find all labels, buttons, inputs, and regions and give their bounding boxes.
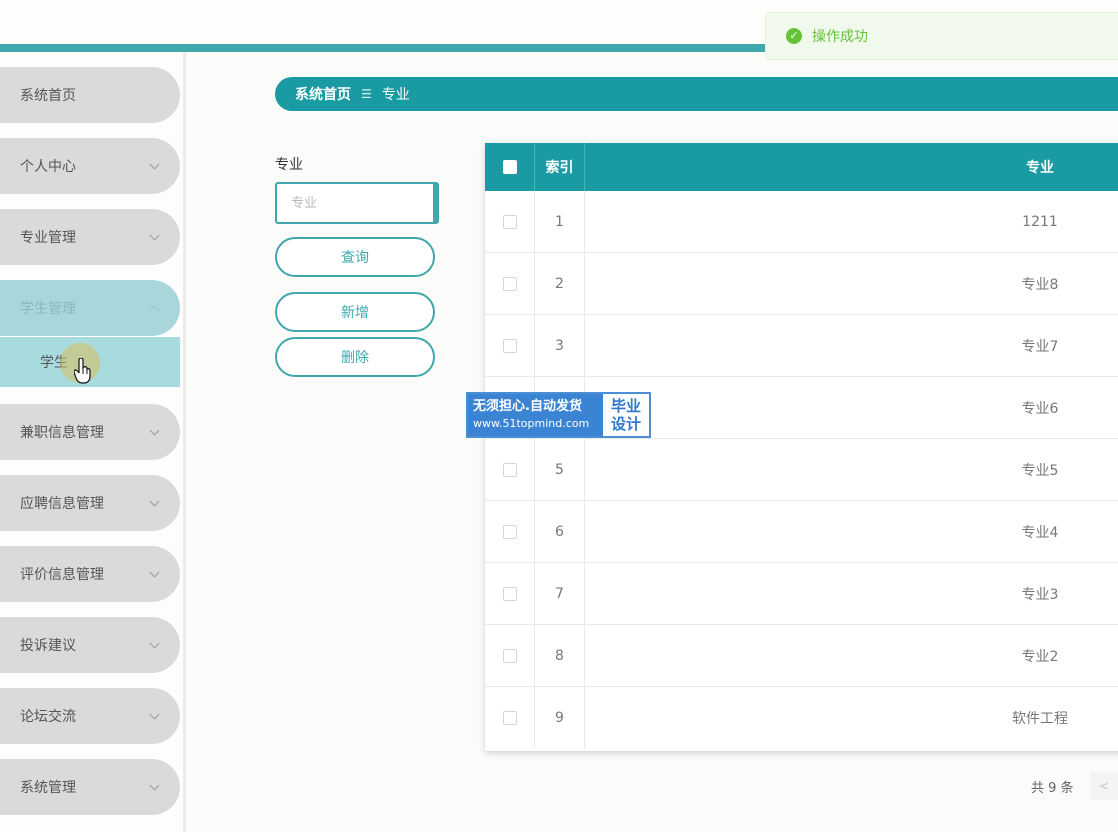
row-index: 8	[535, 625, 585, 686]
chevron-down-icon	[149, 780, 160, 790]
breadcrumb: 系统首页 ☰ 专业	[275, 77, 1118, 111]
sidebar-item-label: 应聘信息管理	[20, 496, 104, 512]
column-header-major[interactable]: 专业	[585, 143, 1118, 191]
sidebar-item-label: 评价信息管理	[20, 567, 104, 583]
row-checkbox-cell	[485, 625, 535, 686]
hand-cursor-icon	[74, 358, 91, 384]
row-checkbox-cell	[485, 501, 535, 562]
chevron-down-icon	[149, 425, 160, 435]
chevron-down-icon	[149, 567, 160, 577]
watermark-badge: 无须担心.自动发货 www.51topmind.com 毕业 设计	[466, 392, 651, 438]
sidebar-item-parttime-info[interactable]: 兼职信息管理	[0, 404, 180, 460]
table-row[interactable]: 2 专业8	[485, 253, 1118, 315]
row-major: 专业6	[1021, 400, 1059, 417]
sidebar-item-label: 兼职信息管理	[20, 425, 104, 441]
row-checkbox-cell	[485, 687, 535, 749]
select-all-checkbox[interactable]	[502, 160, 517, 174]
row-checkbox[interactable]	[502, 524, 517, 539]
sidebar-item-label: 专业管理	[20, 230, 76, 246]
breadcrumb-current: 专业	[381, 87, 410, 103]
row-checkbox-cell	[485, 315, 535, 376]
chevron-down-icon	[149, 638, 160, 648]
sidebar-item-home[interactable]: 系统首页	[0, 67, 180, 123]
table-header: 索引 专业	[485, 143, 1118, 191]
sidebar-item-application-info[interactable]: 应聘信息管理	[0, 475, 180, 531]
sidebar-item-label: 系统管理	[20, 780, 76, 796]
chevron-down-icon	[149, 159, 160, 169]
watermark-right-line1: 毕业	[610, 397, 641, 415]
table-row[interactable]: 7 专业3	[485, 563, 1118, 625]
row-checkbox-cell	[485, 563, 535, 624]
row-index: 7	[535, 563, 585, 624]
success-check-icon: ✓	[786, 28, 802, 44]
row-major: 1211	[1022, 213, 1058, 230]
row-major: 专业7	[1021, 338, 1059, 355]
row-major: 专业4	[1021, 524, 1059, 541]
sidebar-item-student-management[interactable]: 学生管理	[0, 280, 180, 336]
chevron-down-icon	[149, 709, 160, 719]
add-button[interactable]: 新增	[275, 292, 435, 332]
sidebar-item-forum[interactable]: 论坛交流	[0, 688, 180, 744]
success-toast: ✓ 操作成功	[765, 12, 1118, 60]
watermark-left: 无须担心.自动发货 www.51topmind.com	[468, 394, 603, 436]
row-checkbox[interactable]	[502, 586, 517, 601]
sidebar-item-major-management[interactable]: 专业管理	[0, 209, 180, 265]
row-checkbox[interactable]	[502, 711, 517, 725]
table-row[interactable]: 9 软件工程	[485, 687, 1118, 749]
toast-message: 操作成功	[812, 29, 868, 45]
major-table: 索引 专业 1 1211 2 专业8 3 专业7 4 专业6 5 专业5 6 专…	[485, 143, 1118, 751]
watermark-right: 毕业 设计	[603, 394, 649, 436]
row-checkbox[interactable]	[502, 338, 517, 353]
chevron-up-icon	[149, 305, 160, 315]
pagination-prev-button[interactable]: <	[1090, 772, 1118, 800]
chevron-down-icon	[149, 230, 160, 240]
row-checkbox-cell	[485, 253, 535, 314]
sidebar-item-label: 学生管理	[20, 301, 76, 317]
pagination-total: 共 9 条	[1031, 781, 1074, 796]
table-row[interactable]: 6 专业4	[485, 501, 1118, 563]
row-major: 专业2	[1021, 648, 1059, 665]
row-index: 5	[535, 439, 585, 500]
menu-separator-icon: ☰	[361, 87, 372, 101]
row-checkbox[interactable]	[502, 648, 517, 663]
row-index: 9	[535, 687, 585, 749]
table-row[interactable]: 5 专业5	[485, 439, 1118, 501]
table-row[interactable]: 3 专业7	[485, 315, 1118, 377]
query-button[interactable]: 查询	[275, 237, 435, 277]
delete-button[interactable]: 删除	[275, 337, 435, 377]
row-checkbox[interactable]	[502, 462, 517, 477]
sidebar-item-label: 论坛交流	[20, 709, 76, 725]
sidebar-item-complaints[interactable]: 投诉建议	[0, 617, 180, 673]
row-index: 6	[535, 501, 585, 562]
sidebar-item-label: 个人中心	[20, 159, 76, 175]
search-field-label: 专业	[275, 157, 303, 173]
row-major: 专业5	[1021, 462, 1059, 479]
watermark-right-line2: 设计	[610, 415, 641, 433]
table-row[interactable]: 8 专业2	[485, 625, 1118, 687]
table-row[interactable]: 1 1211	[485, 191, 1118, 253]
row-major: 专业8	[1021, 276, 1059, 293]
sidebar-item-review-info[interactable]: 评价信息管理	[0, 546, 180, 602]
row-checkbox-cell	[485, 439, 535, 500]
row-checkbox[interactable]	[502, 276, 517, 291]
breadcrumb-home[interactable]: 系统首页	[295, 84, 351, 104]
column-header-index: 索引	[535, 143, 585, 191]
sidebar-item-personal-center[interactable]: 个人中心	[0, 138, 180, 194]
row-index: 2	[535, 253, 585, 314]
major-search-input[interactable]	[275, 182, 439, 224]
watermark-slogan: 无须担心.自动发货	[473, 399, 582, 414]
sidebar-item-system-management[interactable]: 系统管理	[0, 759, 180, 815]
header-checkbox-cell	[485, 143, 535, 191]
watermark-url: www.51topmind.com	[473, 417, 590, 430]
sidebar-item-label: 系统首页	[20, 88, 76, 104]
chevron-down-icon	[149, 496, 160, 506]
row-major: 软件工程	[1012, 711, 1068, 727]
row-checkbox-cell	[485, 191, 535, 252]
sidebar-item-label: 投诉建议	[20, 638, 76, 654]
row-index: 3	[535, 315, 585, 376]
row-major: 专业3	[1021, 586, 1059, 603]
row-checkbox[interactable]	[502, 214, 517, 229]
row-index: 1	[535, 191, 585, 252]
